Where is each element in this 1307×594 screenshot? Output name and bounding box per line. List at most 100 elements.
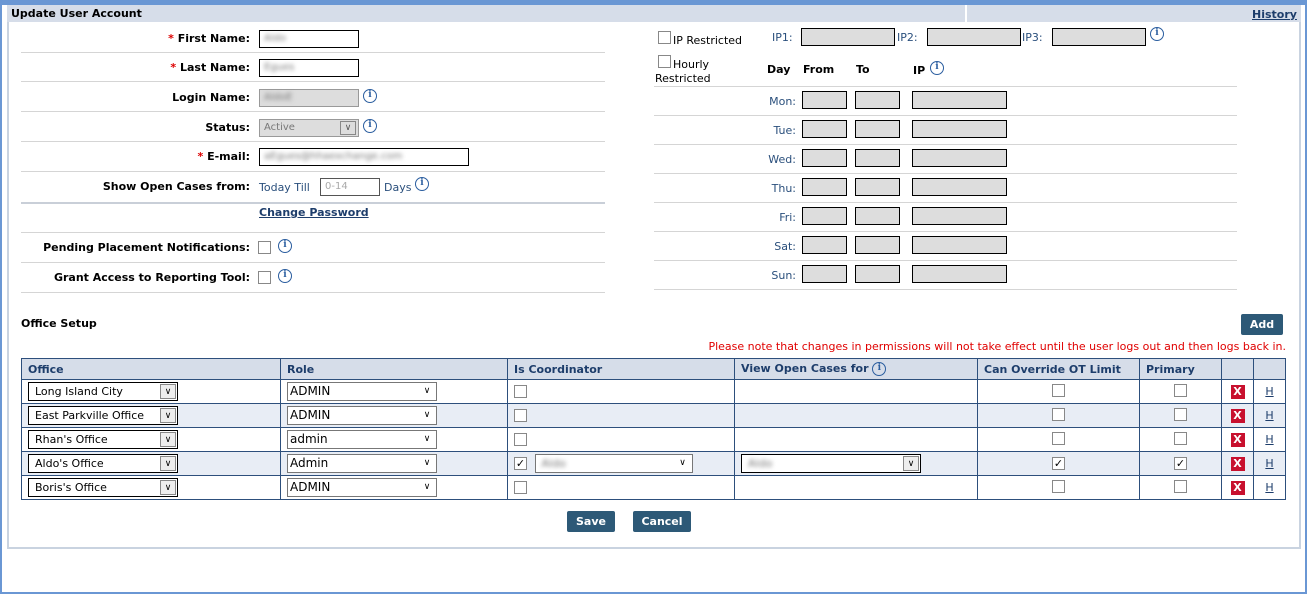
- ip2-input[interactable]: [927, 28, 1021, 46]
- open-cases-days-input[interactable]: 0-14: [320, 178, 380, 196]
- col-day: Day: [767, 63, 791, 76]
- delete-icon[interactable]: X: [1230, 384, 1245, 399]
- history-row-link[interactable]: H: [1265, 385, 1273, 398]
- ip3-input[interactable]: [1052, 28, 1146, 46]
- ip2-label: IP2:: [897, 31, 918, 44]
- ip-restricted-checkbox[interactable]: [658, 31, 671, 44]
- primary-checkbox[interactable]: [1174, 407, 1187, 421]
- chevron-down-icon: ∨: [160, 384, 176, 399]
- chevron-down-icon: ∨: [160, 480, 176, 495]
- delete-icon[interactable]: X: [1230, 456, 1245, 471]
- to-time-input[interactable]: [855, 207, 900, 225]
- coordinator-select[interactable]: Aldo ∨: [534, 454, 693, 473]
- chevron-down-icon: ∨: [903, 456, 919, 471]
- from-time-input[interactable]: [802, 91, 847, 109]
- office-select[interactable]: Rhan's Office ∨: [28, 430, 178, 449]
- first-name-input[interactable]: Aldo: [259, 30, 359, 48]
- role-select[interactable]: Admin ∨: [287, 454, 437, 473]
- info-icon[interactable]: i: [278, 239, 292, 253]
- history-row-link[interactable]: H: [1265, 457, 1273, 470]
- chevron-down-icon: ∨: [160, 432, 176, 447]
- day-label: Wed:: [768, 153, 796, 166]
- primary-checkbox[interactable]: [1174, 431, 1187, 445]
- hourly-ip-input[interactable]: [912, 91, 1007, 109]
- coordinator-checkbox[interactable]: [514, 433, 527, 447]
- to-time-input[interactable]: [855, 91, 900, 109]
- change-password-link[interactable]: Change Password: [259, 206, 369, 219]
- coordinator-checkbox[interactable]: ✓: [514, 457, 527, 470]
- coordinator-checkbox[interactable]: [514, 385, 527, 399]
- from-time-input[interactable]: [802, 178, 847, 196]
- status-label: Status:: [205, 121, 250, 134]
- role-select[interactable]: ADMIN ∨: [287, 406, 437, 425]
- info-icon[interactable]: i: [930, 61, 944, 75]
- office-select[interactable]: East Parkville Office ∨: [28, 406, 178, 425]
- pending-notifications-checkbox[interactable]: [258, 241, 271, 254]
- from-time-input[interactable]: [802, 265, 847, 283]
- override-ot-checkbox[interactable]: [1052, 407, 1065, 421]
- from-time-input[interactable]: [802, 120, 847, 138]
- last-name-input[interactable]: Egues: [259, 59, 359, 77]
- info-icon[interactable]: i: [872, 362, 887, 376]
- login-name-input: AldoE: [259, 89, 359, 107]
- day-label: Mon:: [769, 95, 796, 108]
- hourly-restricted-checkbox[interactable]: [658, 55, 671, 68]
- reporting-tool-checkbox[interactable]: [258, 271, 271, 284]
- history-row-link[interactable]: H: [1265, 433, 1273, 446]
- role-select[interactable]: ADMIN ∨: [287, 382, 437, 401]
- override-ot-checkbox[interactable]: ✓: [1052, 457, 1065, 470]
- role-select[interactable]: ADMIN ∨: [287, 478, 437, 497]
- add-button[interactable]: Add: [1241, 314, 1283, 335]
- info-icon[interactable]: i: [363, 119, 377, 133]
- history-link[interactable]: History: [1252, 8, 1297, 21]
- primary-checkbox[interactable]: [1174, 479, 1187, 493]
- info-icon[interactable]: i: [363, 89, 377, 103]
- col-office: Office: [21, 358, 281, 380]
- save-button[interactable]: Save: [567, 511, 615, 532]
- chevron-down-icon: ∨: [423, 434, 431, 444]
- hourly-ip-input[interactable]: [912, 149, 1007, 167]
- override-ot-checkbox[interactable]: [1052, 431, 1065, 445]
- delete-icon[interactable]: X: [1230, 432, 1245, 447]
- day-label: Tue:: [773, 124, 797, 137]
- cancel-button[interactable]: Cancel: [633, 511, 691, 532]
- info-icon[interactable]: i: [415, 177, 429, 191]
- history-row-link[interactable]: H: [1265, 409, 1273, 422]
- delete-icon[interactable]: X: [1230, 408, 1245, 423]
- chevron-down-icon: ∨: [423, 458, 431, 468]
- history-row-link[interactable]: H: [1265, 481, 1273, 494]
- delete-icon[interactable]: X: [1230, 480, 1245, 495]
- override-ot-checkbox[interactable]: [1052, 479, 1065, 493]
- day-label: Thu:: [771, 182, 796, 195]
- from-time-input[interactable]: [802, 207, 847, 225]
- from-time-input[interactable]: [802, 149, 847, 167]
- primary-checkbox[interactable]: [1174, 383, 1187, 397]
- hourly-ip-input[interactable]: [912, 178, 1007, 196]
- to-time-input[interactable]: [855, 178, 900, 196]
- coordinator-checkbox[interactable]: [514, 409, 527, 423]
- hourly-ip-input[interactable]: [912, 265, 1007, 283]
- to-time-input[interactable]: [855, 265, 900, 283]
- office-select[interactable]: Long Island City ∨: [28, 382, 178, 401]
- hourly-ip-input[interactable]: [912, 120, 1007, 138]
- coordinator-checkbox[interactable]: [514, 481, 527, 495]
- hourly-ip-input[interactable]: [912, 236, 1007, 254]
- override-ot-checkbox[interactable]: [1052, 383, 1065, 397]
- col-role: Role: [280, 358, 508, 380]
- email-input[interactable]: aEgues@hhaexchange.com: [259, 148, 469, 166]
- chevron-down-icon: ∨: [423, 386, 431, 396]
- office-select[interactable]: Boris's Office ∨: [28, 478, 178, 497]
- primary-checkbox[interactable]: ✓: [1174, 457, 1187, 470]
- hourly-ip-input[interactable]: [912, 207, 1007, 225]
- office-row: Rhan's Office ∨ admin ∨ X H: [21, 427, 1286, 452]
- to-time-input[interactable]: [855, 120, 900, 138]
- to-time-input[interactable]: [855, 149, 900, 167]
- role-select[interactable]: admin ∨: [287, 430, 437, 449]
- info-icon[interactable]: i: [1150, 27, 1164, 41]
- from-time-input[interactable]: [802, 236, 847, 254]
- to-time-input[interactable]: [855, 236, 900, 254]
- office-select[interactable]: Aldo's Office ∨: [28, 454, 178, 473]
- ip1-input[interactable]: [801, 28, 895, 46]
- view-open-cases-select[interactable]: Aldo ∨: [741, 454, 921, 473]
- info-icon[interactable]: i: [278, 269, 292, 283]
